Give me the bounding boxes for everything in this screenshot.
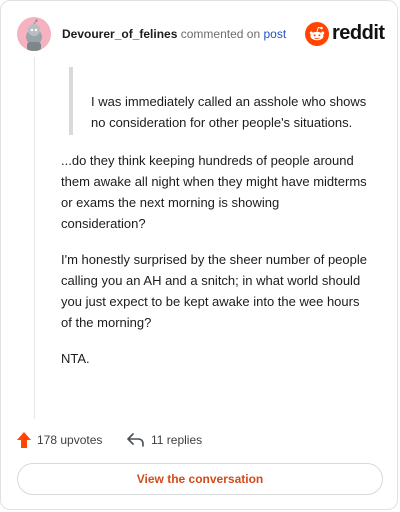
user-avatar[interactable] (17, 17, 51, 51)
replies-button[interactable]: 11 replies (127, 429, 202, 451)
reply-count: 11 replies (151, 433, 203, 447)
upvote-button[interactable]: 178 upvotes (17, 429, 102, 451)
comment-card: Devourer_of_felines commented on post re… (0, 0, 398, 510)
thread-line (34, 57, 35, 419)
reply-arrow-icon (127, 433, 144, 447)
comment-paragraph: ...do they think keeping hundreds of peo… (61, 153, 367, 231)
reddit-wordmark: reddit (332, 22, 385, 44)
comment-meta: Devourer_of_felines commented on post (62, 26, 286, 42)
commented-on-text: commented on (180, 27, 261, 41)
view-conversation-button[interactable]: View the conversation (17, 463, 383, 495)
comment-actions: 178 upvotes 11 replies (17, 429, 377, 451)
reddit-logo-icon (305, 22, 329, 46)
comment-paragraph: NTA. (61, 351, 90, 366)
comment-body: I was immediately called an asshole who … (61, 67, 367, 369)
comment-header: Devourer_of_felines commented on post re… (17, 17, 385, 51)
snoo-avatar-icon (17, 17, 51, 51)
quote-block: I was immediately called an asshole who … (69, 67, 367, 135)
upvote-arrow-icon (17, 432, 31, 448)
reddit-logo[interactable]: reddit (305, 21, 385, 47)
username-link[interactable]: Devourer_of_felines (62, 27, 177, 41)
comment-paragraph: I'm honestly surprised by the sheer numb… (61, 252, 367, 330)
upvote-count: 178 upvotes (37, 433, 103, 447)
post-link[interactable]: post (263, 27, 286, 41)
